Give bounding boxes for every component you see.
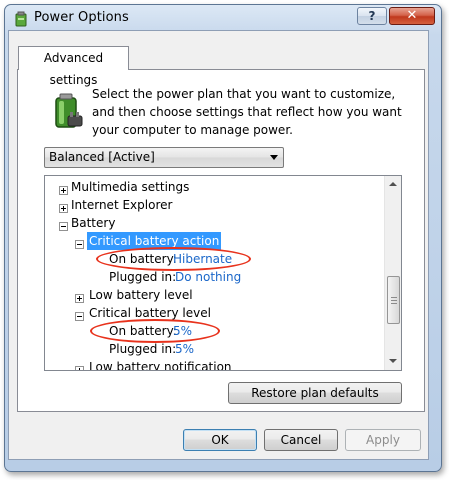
apply-button: Apply — [345, 429, 421, 451]
collapse-battery-icon[interactable] — [59, 222, 68, 231]
ok-button[interactable]: OK — [183, 429, 257, 451]
window-title: Power Options — [34, 10, 129, 25]
close-button[interactable]: ✕ — [389, 7, 435, 25]
battery-icon — [55, 93, 83, 128]
tree-item-low-battery-level[interactable]: Low battery level — [89, 286, 193, 304]
chevron-down-icon[interactable] — [270, 155, 278, 160]
help-button[interactable]: ? — [357, 7, 387, 25]
power-plan-dropdown[interactable]: Balanced [Active] — [44, 147, 284, 168]
tab-advanced-settings[interactable]: Advanced settings — [18, 46, 129, 87]
plan-description: Select the power plan that you want to c… — [92, 87, 402, 137]
scroll-up-arrow-icon[interactable] — [385, 176, 401, 193]
collapse-critical-action-icon[interactable] — [75, 240, 84, 249]
scroll-down-arrow-icon[interactable] — [385, 353, 401, 370]
annotation-oval-five-percent — [90, 319, 220, 343]
settings-tree[interactable]: Multimedia settings Internet Explorer Ba… — [44, 175, 402, 371]
power-plan-selected-value: Balanced [Active] — [49, 150, 155, 164]
tree-item-battery[interactable]: Battery — [71, 214, 115, 232]
tree-scrollbar[interactable] — [384, 176, 401, 370]
tree-item-multimedia[interactable]: Multimedia settings — [71, 178, 189, 196]
power-options-icon — [15, 11, 27, 27]
tree-item-low-battery-notification[interactable]: Low battery notification — [89, 358, 232, 370]
tree-item-internet-explorer[interactable]: Internet Explorer — [71, 196, 172, 214]
expand-low-battery-level-icon[interactable] — [75, 294, 84, 303]
expand-low-notification-icon[interactable] — [75, 366, 84, 370]
cancel-button[interactable]: Cancel — [264, 429, 338, 451]
expand-internet-explorer-icon[interactable] — [59, 204, 68, 213]
critical-level-plugged-value[interactable]: 5% — [175, 340, 194, 358]
annotation-oval-hibernate — [96, 247, 251, 271]
collapse-critical-level-icon[interactable] — [75, 312, 84, 321]
expand-multimedia-icon[interactable] — [59, 186, 68, 195]
scroll-thumb[interactable] — [387, 276, 400, 324]
restore-plan-defaults-button[interactable]: Restore plan defaults — [228, 382, 402, 404]
